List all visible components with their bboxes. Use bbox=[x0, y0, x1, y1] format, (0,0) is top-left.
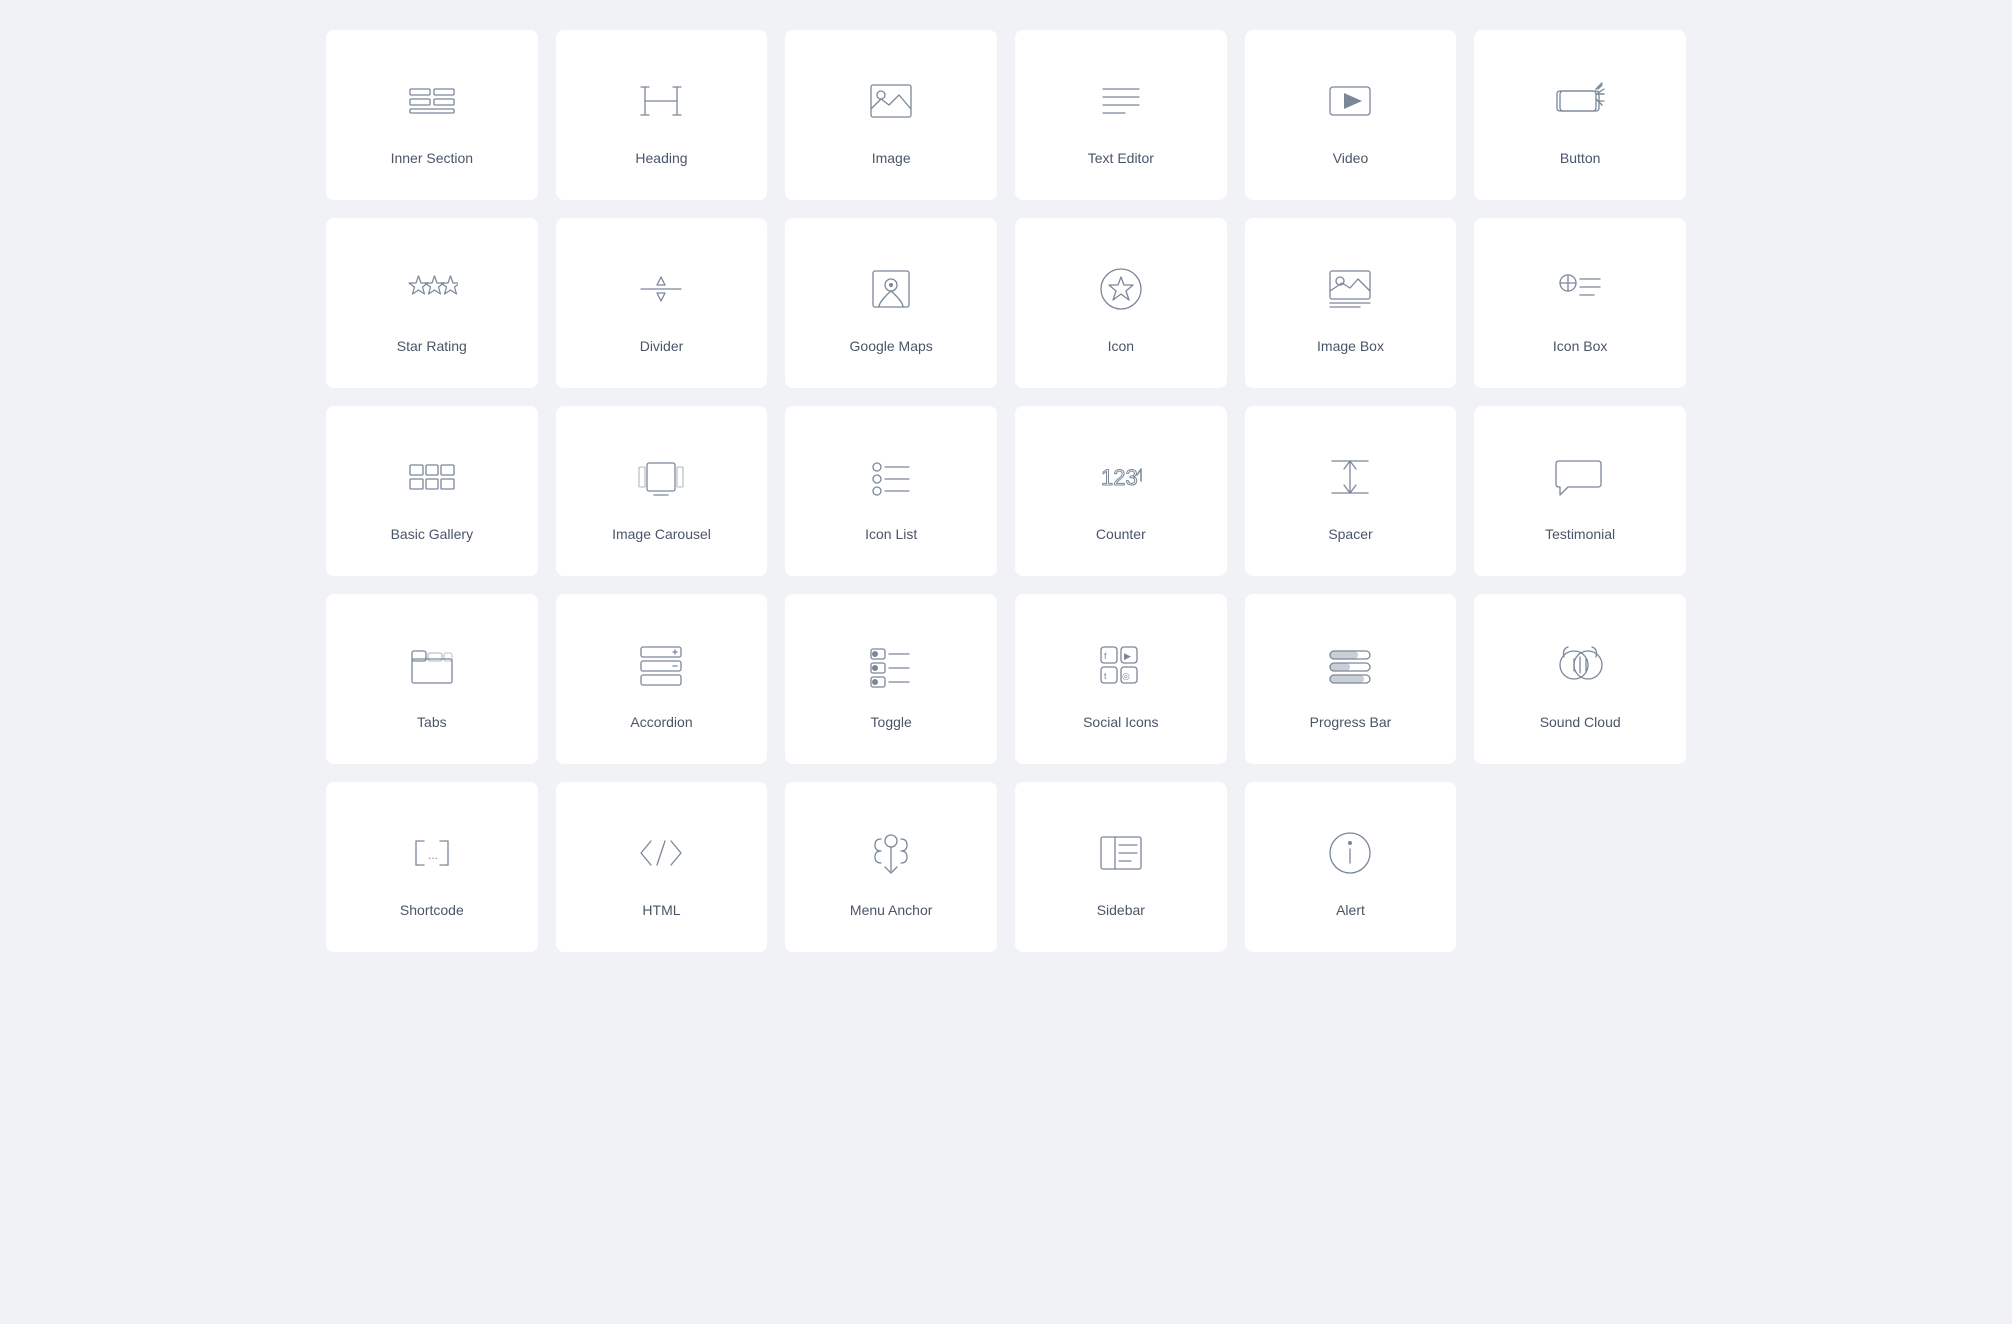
widget-card-star-rating[interactable]: Star Rating bbox=[326, 218, 538, 388]
icon-box-label: Icon Box bbox=[1553, 337, 1607, 355]
widget-card-basic-gallery[interactable]: Basic Gallery bbox=[326, 406, 538, 576]
counter-icon: 123 bbox=[1091, 447, 1151, 507]
basic-gallery-label: Basic Gallery bbox=[391, 525, 473, 543]
icon-list-label: Icon List bbox=[865, 525, 917, 543]
icon-icon bbox=[1091, 259, 1151, 319]
widget-card-heading[interactable]: Heading bbox=[556, 30, 768, 200]
widget-card-image-carousel[interactable]: Image Carousel bbox=[556, 406, 768, 576]
accordion-icon bbox=[631, 635, 691, 695]
image-icon bbox=[861, 71, 921, 131]
widget-card-video[interactable]: Video bbox=[1245, 30, 1457, 200]
widget-card-inner-section[interactable]: Inner Section bbox=[326, 30, 538, 200]
heading-icon bbox=[631, 71, 691, 131]
widget-card-icon[interactable]: Icon bbox=[1015, 218, 1227, 388]
svg-text:t: t bbox=[1104, 671, 1107, 681]
widget-card-divider[interactable]: Divider bbox=[556, 218, 768, 388]
sound-cloud-label: Sound Cloud bbox=[1540, 713, 1621, 731]
widget-card-image-box[interactable]: Image Box bbox=[1245, 218, 1457, 388]
image-carousel-icon bbox=[631, 447, 691, 507]
shortcode-icon: ... bbox=[402, 823, 462, 883]
heading-label: Heading bbox=[635, 149, 687, 167]
html-label: HTML bbox=[642, 901, 680, 919]
text-editor-label: Text Editor bbox=[1088, 149, 1154, 167]
widget-card-icon-list[interactable]: Icon List bbox=[785, 406, 997, 576]
widget-card-toggle[interactable]: Toggle bbox=[785, 594, 997, 764]
counter-label: Counter bbox=[1096, 525, 1146, 543]
menu-anchor-label: Menu Anchor bbox=[850, 901, 933, 919]
widget-card-button[interactable]: Button bbox=[1474, 30, 1686, 200]
video-icon bbox=[1320, 71, 1380, 131]
video-label: Video bbox=[1333, 149, 1369, 167]
widget-card-google-maps[interactable]: Google Maps bbox=[785, 218, 997, 388]
widget-card-menu-anchor[interactable]: Menu Anchor bbox=[785, 782, 997, 952]
social-icons-icon: f ▶ t ◎ bbox=[1091, 635, 1151, 695]
toggle-label: Toggle bbox=[871, 713, 912, 731]
testimonial-label: Testimonial bbox=[1545, 525, 1615, 543]
widget-card-image[interactable]: Image bbox=[785, 30, 997, 200]
widget-card-html[interactable]: HTML bbox=[556, 782, 768, 952]
image-carousel-label: Image Carousel bbox=[612, 525, 711, 543]
widget-card-shortcode[interactable]: ... Shortcode bbox=[326, 782, 538, 952]
icon-box-icon bbox=[1550, 259, 1610, 319]
svg-text:123: 123 bbox=[1101, 465, 1138, 490]
star-rating-icon bbox=[402, 259, 462, 319]
progress-bar-label: Progress Bar bbox=[1310, 713, 1392, 731]
svg-text:f: f bbox=[1104, 651, 1107, 661]
shortcode-label: Shortcode bbox=[400, 901, 464, 919]
widget-card-progress-bar[interactable]: Progress Bar bbox=[1245, 594, 1457, 764]
svg-text:▶: ▶ bbox=[1124, 651, 1131, 661]
widget-grid: Inner Section Heading Image Text Editor … bbox=[326, 30, 1686, 952]
button-label: Button bbox=[1560, 149, 1600, 167]
sidebar-label: Sidebar bbox=[1097, 901, 1145, 919]
basic-gallery-icon bbox=[402, 447, 462, 507]
icon-label: Icon bbox=[1108, 337, 1134, 355]
widget-card-testimonial[interactable]: Testimonial bbox=[1474, 406, 1686, 576]
google-maps-icon bbox=[861, 259, 921, 319]
sound-cloud-icon bbox=[1550, 635, 1610, 695]
toggle-icon bbox=[861, 635, 921, 695]
divider-icon bbox=[631, 259, 691, 319]
button-icon bbox=[1550, 71, 1610, 131]
google-maps-label: Google Maps bbox=[850, 337, 933, 355]
icon-list-icon bbox=[861, 447, 921, 507]
widget-card-accordion[interactable]: Accordion bbox=[556, 594, 768, 764]
widget-card-spacer[interactable]: Spacer bbox=[1245, 406, 1457, 576]
widget-card-sidebar[interactable]: Sidebar bbox=[1015, 782, 1227, 952]
svg-text:◎: ◎ bbox=[1122, 671, 1130, 681]
testimonial-icon bbox=[1550, 447, 1610, 507]
alert-icon bbox=[1320, 823, 1380, 883]
html-icon bbox=[631, 823, 691, 883]
widget-card-sound-cloud[interactable]: Sound Cloud bbox=[1474, 594, 1686, 764]
sidebar-icon bbox=[1091, 823, 1151, 883]
divider-label: Divider bbox=[640, 337, 684, 355]
widget-card-text-editor[interactable]: Text Editor bbox=[1015, 30, 1227, 200]
text-editor-icon bbox=[1091, 71, 1151, 131]
inner-section-icon bbox=[402, 71, 462, 131]
alert-label: Alert bbox=[1336, 901, 1365, 919]
tabs-icon bbox=[402, 635, 462, 695]
social-icons-label: Social Icons bbox=[1083, 713, 1158, 731]
svg-text:...: ... bbox=[428, 848, 438, 862]
accordion-label: Accordion bbox=[630, 713, 692, 731]
image-box-label: Image Box bbox=[1317, 337, 1384, 355]
menu-anchor-icon bbox=[861, 823, 921, 883]
spacer-label: Spacer bbox=[1328, 525, 1372, 543]
widget-card-social-icons[interactable]: f ▶ t ◎ Social Icons bbox=[1015, 594, 1227, 764]
widget-card-tabs[interactable]: Tabs bbox=[326, 594, 538, 764]
widget-card-counter[interactable]: 123 Counter bbox=[1015, 406, 1227, 576]
tabs-label: Tabs bbox=[417, 713, 447, 731]
spacer-icon bbox=[1320, 447, 1380, 507]
image-label: Image bbox=[872, 149, 911, 167]
widget-card-alert[interactable]: Alert bbox=[1245, 782, 1457, 952]
widget-card-icon-box[interactable]: Icon Box bbox=[1474, 218, 1686, 388]
progress-bar-icon bbox=[1320, 635, 1380, 695]
image-box-icon bbox=[1320, 259, 1380, 319]
inner-section-label: Inner Section bbox=[391, 149, 474, 167]
star-rating-label: Star Rating bbox=[397, 337, 467, 355]
